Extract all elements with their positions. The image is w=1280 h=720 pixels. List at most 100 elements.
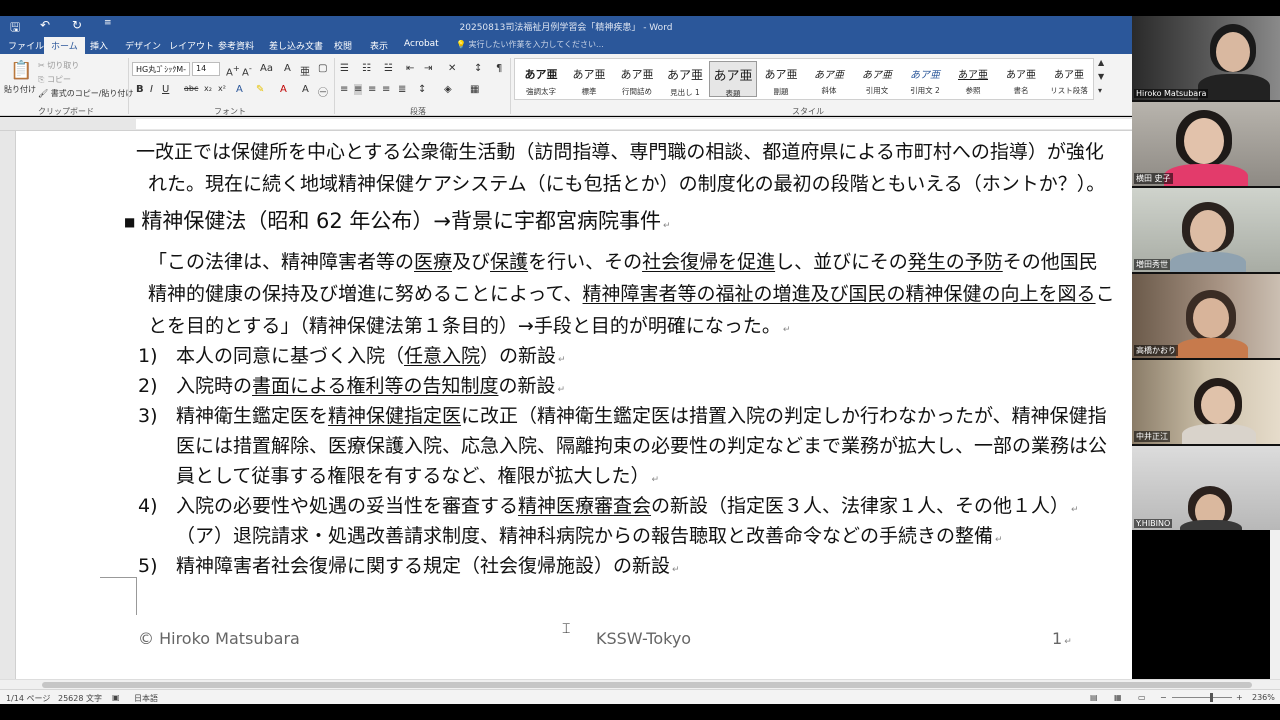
paste-icon[interactable]: 📋 [10, 60, 32, 81]
text-run: の新設（指定医３人、法律家１人、その他１人） [651, 495, 1070, 517]
participant-tile[interactable]: Y.HIBINO [1132, 446, 1280, 530]
text-run: の新設 [498, 375, 556, 397]
paste-button[interactable]: 貼り付け [4, 84, 36, 95]
multilevel-list-icon[interactable]: ☱ [384, 63, 393, 74]
distributed-icon[interactable]: ≣ [398, 84, 406, 95]
format-painter-button[interactable]: 🖌 書式のコピー/貼り付け [38, 88, 133, 99]
tell-me-search[interactable]: 💡 実行したい作業を入力してください... [456, 39, 604, 50]
font-name-select[interactable]: HG丸ｺﾞｼｯｸM- [132, 62, 190, 76]
style-reference[interactable]: あア亜 参照 [949, 61, 997, 97]
font-size-select[interactable]: 14 [192, 62, 220, 76]
strikethrough-icon[interactable]: abc [184, 84, 198, 93]
vertical-ruler[interactable] [0, 131, 16, 679]
text-effects-icon[interactable]: A [236, 84, 243, 95]
page-count[interactable]: 1/14 ページ [6, 693, 50, 704]
enclose-char-icon[interactable]: ㊀ [318, 84, 328, 99]
increase-indent-icon[interactable]: ⇥ [424, 63, 432, 74]
style-intense-quote[interactable]: あア亜 引用文 2 [901, 61, 949, 97]
align-right-icon[interactable]: ≡ [368, 84, 376, 95]
justify-icon[interactable]: ≡ [382, 84, 390, 95]
participant-tile[interactable]: 高橋かおり [1132, 274, 1280, 358]
style-name: 副題 [773, 87, 789, 96]
participant-tile[interactable]: 増田秀世 [1132, 188, 1280, 272]
show-marks-icon[interactable]: ¶ [496, 63, 502, 74]
asian-layout-icon[interactable]: ✕ [448, 63, 456, 74]
borders-icon[interactable]: ▦ [470, 84, 479, 95]
underline-icon[interactable]: U [162, 84, 169, 95]
font-color-icon[interactable]: A [280, 84, 287, 95]
horizontal-scrollbar[interactable] [0, 679, 1280, 689]
document-page[interactable]: 一改正では保健所を中心とする公衆衛生活動（訪問指導、専門職の相談、都道府県による… [16, 131, 1132, 679]
sort-icon[interactable]: ↕ [474, 63, 482, 74]
style-strong[interactable]: あア亜 強調太字 [517, 61, 565, 97]
bold-icon[interactable]: B [136, 84, 144, 95]
list-number: 1) [138, 345, 158, 367]
style-sample: あア亜 [620, 68, 654, 81]
styles-scroll-down-icon[interactable]: ▼ [1098, 72, 1104, 81]
tab-review[interactable]: 校閲 [334, 39, 352, 52]
align-center-icon[interactable]: ≡ [354, 84, 363, 95]
tab-layout[interactable]: レイアウト [169, 39, 214, 52]
list-number: 3) [138, 405, 158, 427]
superscript-icon[interactable]: x² [218, 84, 226, 93]
zoom-slider-thumb[interactable] [1210, 693, 1213, 702]
tab-acrobat[interactable]: Acrobat [404, 39, 439, 49]
character-border-icon[interactable]: ▢ [318, 63, 327, 74]
zoom-slider[interactable] [1172, 697, 1232, 698]
align-left-icon[interactable]: ≡ [340, 84, 348, 95]
tab-design[interactable]: デザイン [125, 39, 161, 52]
styles-scroll-up-icon[interactable]: ▲ [1098, 58, 1104, 67]
participant-body [1164, 164, 1248, 186]
tab-mailings[interactable]: 差し込み文書 [269, 39, 323, 52]
participant-tile[interactable]: Hiroko Matsubara [1132, 16, 1280, 100]
horizontal-scroll-thumb[interactable] [42, 682, 1252, 688]
subscript-icon[interactable]: x₂ [204, 84, 212, 93]
style-subtitle[interactable]: あア亜 副題 [757, 61, 805, 97]
phonetic-guide-icon[interactable]: 亜 [300, 63, 310, 78]
change-case-icon[interactable]: Aa [260, 63, 273, 74]
styles-more-icon[interactable]: ▾ [1098, 86, 1102, 95]
char-shading-icon[interactable]: A [302, 84, 309, 95]
cut-button[interactable]: ✂ 切り取り [38, 60, 79, 71]
web-layout-icon[interactable]: ▭ [1138, 693, 1146, 702]
read-mode-icon[interactable]: ▤ [1090, 693, 1098, 702]
zoom-in-icon[interactable]: + [1236, 693, 1243, 702]
tab-file[interactable]: ファイル [8, 39, 44, 52]
style-normal[interactable]: あア亜 標準 [565, 61, 613, 97]
style-name: 表題 [725, 89, 741, 98]
style-sample: あア亜 [910, 70, 940, 81]
style-list-paragraph[interactable]: あア亜 リスト段落 [1045, 61, 1093, 97]
bullets-icon[interactable]: ☰ [340, 63, 349, 74]
tab-home[interactable]: ホーム [44, 37, 85, 55]
style-quote[interactable]: あア亜 引用文 [853, 61, 901, 97]
style-heading1[interactable]: あア亜 見出し 1 [661, 61, 709, 97]
ruler-text-area [136, 119, 1132, 129]
language-indicator[interactable]: 日本語 [134, 693, 158, 704]
line-spacing-icon[interactable]: ↕ [418, 84, 426, 95]
shading-icon[interactable]: ◈ [444, 84, 452, 95]
tab-insert[interactable]: 挿入 [90, 39, 108, 52]
print-layout-icon[interactable]: ▦ [1114, 693, 1122, 702]
tab-references[interactable]: 参考資料 [218, 39, 254, 52]
proofing-icon[interactable]: ▣ [112, 693, 120, 702]
highlight-icon[interactable]: ✎ [256, 84, 264, 95]
participant-body [1170, 252, 1246, 272]
clear-format-icon[interactable]: A [284, 63, 291, 74]
style-book-title[interactable]: あア亜 書名 [997, 61, 1045, 97]
style-title[interactable]: あア亜 表題 [709, 61, 757, 98]
horizontal-ruler[interactable] [0, 117, 1132, 131]
style-emphasis[interactable]: あア亜 斜体 [805, 61, 853, 97]
shrink-font-icon[interactable]: A- [242, 63, 252, 78]
style-no-spacing[interactable]: あア亜 行間詰め [613, 61, 661, 97]
grow-font-icon[interactable]: A+ [226, 63, 240, 78]
zoom-out-icon[interactable]: − [1160, 693, 1167, 702]
tab-view[interactable]: 表示 [370, 39, 388, 52]
participant-tile[interactable]: 中井正江 [1132, 360, 1280, 444]
italic-icon[interactable]: I [150, 84, 153, 95]
word-count[interactable]: 25628 文字 [58, 693, 102, 704]
copy-button[interactable]: ⎘ コピー [38, 74, 71, 85]
zoom-level[interactable]: 236% [1252, 693, 1275, 702]
numbering-icon[interactable]: ☷ [362, 63, 371, 74]
participant-tile[interactable]: 横田 史子 [1132, 102, 1280, 186]
decrease-indent-icon[interactable]: ⇤ [406, 63, 414, 74]
